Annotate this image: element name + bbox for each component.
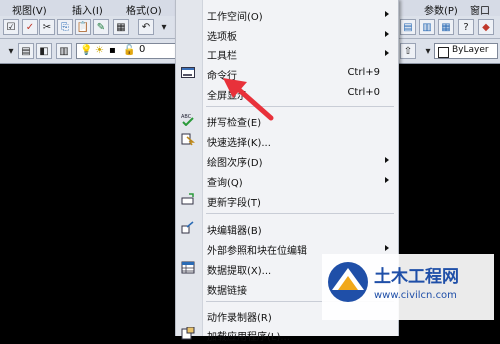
watermark-url: www.civilcn.com [374,290,457,301]
menu-view[interactable]: 视图(V) [12,2,47,17]
update-field-icon [181,193,195,206]
toolbar-icon-b[interactable]: ▥ [419,19,435,35]
menu-item-label: 更新字段(T) [207,198,261,209]
data-extraction-icon [181,261,195,274]
svg-text:ABC: ABC [181,114,192,120]
menu-item-label: 工作空间(O) [207,12,263,23]
submenu-arrow-icon [385,245,389,251]
match-properties-icon[interactable]: ✎ [93,19,109,35]
menu-item-toolbars[interactable]: 工具栏 [176,43,398,63]
command-line-icon [181,66,195,79]
undo-icon[interactable]: ↶ [138,19,154,35]
submenu-arrow-icon [385,50,389,56]
watermark-title: 土木工程网 [374,267,459,287]
menu-item-draw-order[interactable]: 绘图次序(D) [176,150,398,170]
layer-combo[interactable]: 💡 ☀ ▪ 🔓 0 [76,43,176,59]
paste-icon[interactable]: 📋 [75,19,91,35]
load-app-icon [181,326,195,340]
menu-item-label: 外部参照和块在位编辑 [207,246,307,257]
copy-icon[interactable]: ⎘ [57,19,73,35]
lock-icon: 🔓 [123,45,136,56]
menu-item-label: 绘图次序(D) [207,158,263,169]
menu-item-shortcut: Ctrl+9 [347,67,380,78]
menu-item-command-line[interactable]: 命令行 Ctrl+9 [176,63,398,83]
color-swatch-icon [438,47,449,58]
menu-format[interactable]: 格式(O) [126,2,162,17]
menu-item-workspace[interactable]: 工作空间(O) [176,4,398,24]
menu-item-palettes[interactable]: 选项板 [176,24,398,44]
menu-item-shortcut: Ctrl+0 [347,87,380,98]
menu-item-inquiry[interactable]: 查询(Q) [176,170,398,190]
watermark: 土木工程网 www.civilcn.com [322,254,494,320]
menu-item-label: 块编辑器(B) [207,226,262,237]
menu-parameters[interactable]: 参数(P) [424,2,458,17]
cut-icon[interactable]: ✂ [39,19,55,35]
layer-properties-icon[interactable]: ▤ [18,43,34,59]
help-icon[interactable]: ? [458,19,474,35]
submenu-arrow-icon [385,157,389,163]
menu-item-fullscreen[interactable]: 全屏显示 Ctrl+0 [176,83,398,103]
toolbar-icon-d[interactable]: ◆ [478,19,494,35]
freeze-icon: ▪ [109,45,116,56]
menu-item-label: 快速选择(K)... [207,138,271,149]
undo-arrow-icon[interactable]: ✓ [22,19,38,35]
bylayer-label: ByLayer [452,45,489,55]
menu-item-quick-select[interactable]: 快速选择(K)... [176,130,398,150]
bylayer-combo[interactable]: ByLayer [434,43,498,59]
menu-item-label: 选项板 [207,32,237,43]
layer-name: 0 [139,44,146,55]
layer-manager-icon[interactable]: ▥ [56,43,72,59]
menu-item-label: 工具栏 [207,51,237,62]
block-editor-icon [181,221,195,234]
toolbar-icon-c[interactable]: ▦ [438,19,454,35]
menu-item-load-application[interactable]: 加载应用程序(L)... [176,324,398,344]
submenu-arrow-icon [385,31,389,37]
spell-check-icon: ABC [181,113,195,127]
menu-insert[interactable]: 插入(I) [72,2,103,17]
menu-item-spell-check[interactable]: ABC 拼写检查(E) [176,110,398,130]
menu-item-update-fields[interactable]: 更新字段(T) [176,190,398,210]
menu-item-label: 查询(Q) [207,178,243,189]
make-current-icon[interactable]: ⇧ [400,43,416,59]
menu-item-block-editor[interactable]: 块编辑器(B) [176,218,398,238]
toolbar-icon-a[interactable]: ▤ [400,19,416,35]
menu-item-label: 数据链接 [207,286,247,297]
menu-item-label: 动作录制器(R) [207,313,272,324]
menu-window[interactable]: 窗口 [470,2,490,17]
civilcn-logo-icon [328,262,368,302]
paint-icon[interactable]: ▦ [113,19,129,35]
annotation-arrow-icon [223,78,274,121]
submenu-arrow-icon [385,177,389,183]
lightbulb-icon: 💡 [80,45,93,56]
undo-dropdown-icon[interactable]: ▾ [156,19,172,35]
checkbox-icon[interactable]: ☑ [3,19,19,35]
toolbar-dropdown-icon[interactable]: ▾ [3,43,19,59]
sun-icon: ☀ [95,45,104,56]
menu-item-label: 数据提取(X)... [207,266,272,277]
menu-separator [206,213,394,214]
quick-select-icon [181,133,196,146]
layer-state-icon[interactable]: ◧ [36,43,52,59]
submenu-arrow-icon [385,11,389,17]
